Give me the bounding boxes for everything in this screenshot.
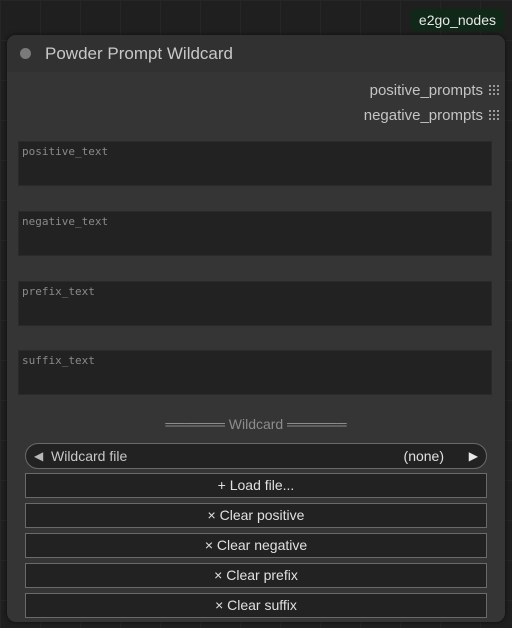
output-label: negative_prompts [363,106,483,124]
arrow-left-icon[interactable]: ◀ [34,449,43,463]
grid-slot-icon[interactable] [489,85,499,95]
clear-positive-button[interactable]: × Clear positive [25,503,487,528]
prefix-text-input[interactable] [18,281,492,326]
output-negative-prompts[interactable]: negative_prompts [364,105,499,125]
node-pack-badge: e2go_nodes [410,9,504,31]
grid-slot-icon[interactable] [489,110,499,120]
powder-prompt-wildcard-node[interactable]: Powder Prompt Wildcard positive_prompts … [7,35,505,622]
clear-suffix-button[interactable]: × Clear suffix [25,593,487,618]
negative-text-input[interactable] [18,211,492,256]
wildcard-section-divider: ══════ Wildcard ══════ [165,416,347,432]
positive-text-input[interactable] [18,141,492,186]
suffix-text-input[interactable] [18,350,492,395]
combo-label: Wildcard file [51,448,128,464]
output-label: positive_prompts [369,81,483,99]
clear-prefix-button[interactable]: × Clear prefix [25,563,487,588]
node-header[interactable]: Powder Prompt Wildcard [7,35,505,72]
clear-negative-button[interactable]: × Clear negative [25,533,487,558]
output-positive-prompts[interactable]: positive_prompts [370,80,499,100]
node-title: Powder Prompt Wildcard [45,44,234,63]
wildcard-file-combo[interactable]: ◀ Wildcard file (none) ▶ [25,443,487,469]
collapse-dot-icon[interactable] [20,48,31,59]
load-file-button[interactable]: + Load file... [25,473,487,498]
arrow-right-icon[interactable]: ▶ [469,449,478,463]
combo-value: (none) [403,448,444,464]
